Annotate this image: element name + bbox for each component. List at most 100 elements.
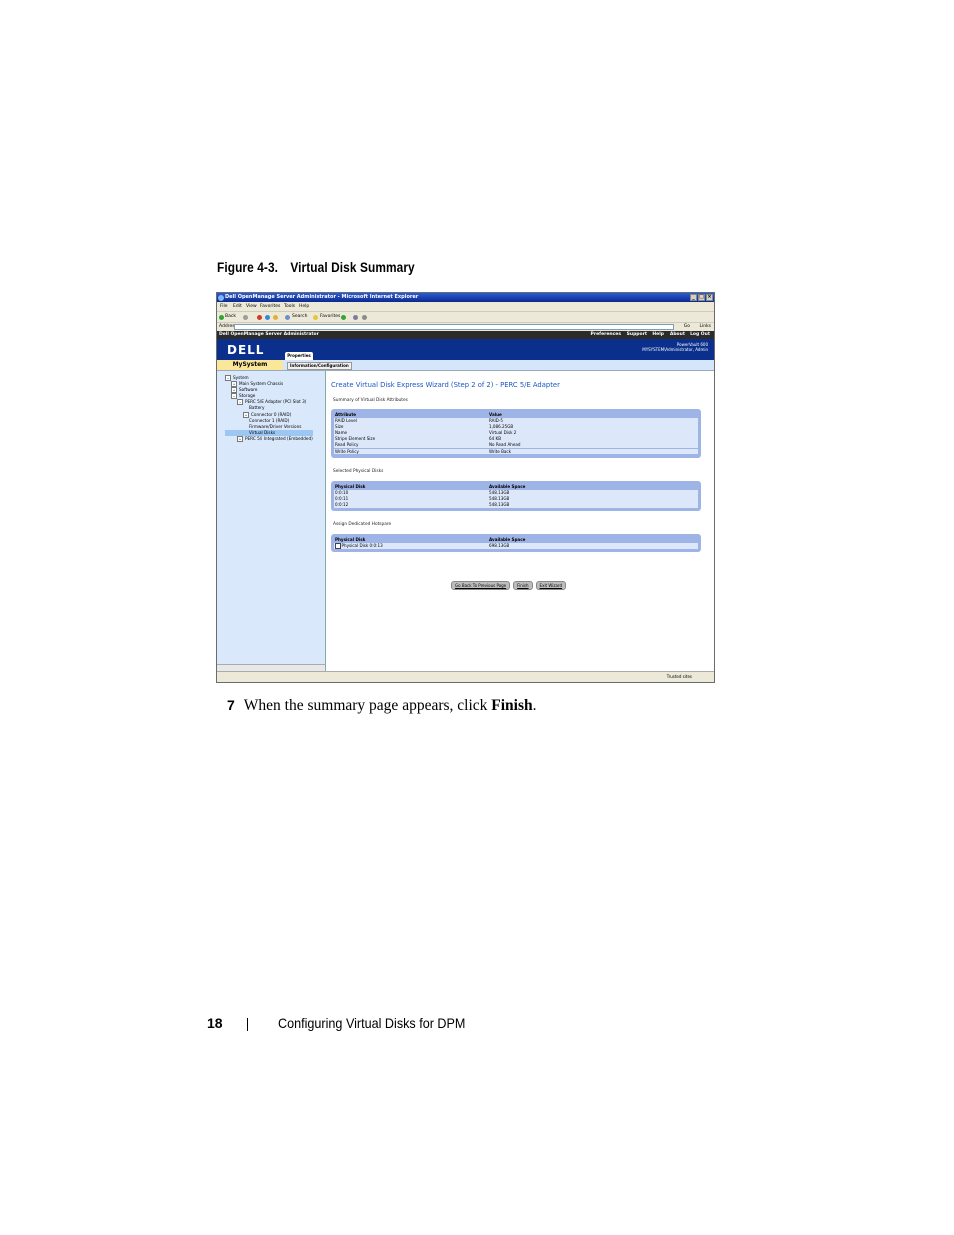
cell-text: Size [335,424,344,430]
menu-tools[interactable]: Tools [284,302,295,311]
stop-icon[interactable] [257,314,262,320]
tab-information-configuration[interactable]: Information/Configuration [287,362,352,370]
print-icon[interactable] [362,314,367,320]
refresh-icon[interactable] [265,314,270,320]
cell-text: Name [335,430,348,436]
table-cell: 548.13GB [489,490,510,496]
table-cell: Read Policy [335,442,358,448]
table-row: 0:0:11 548.13GB [334,496,698,502]
tree-item-label: Firmware/Driver Versions [249,423,302,429]
dell-logo: DELL [227,343,265,357]
address-bar: Address Go Links [217,323,714,331]
menu-help[interactable]: Help [299,302,309,311]
table-row: Stripe Element Size 64 KB [334,436,698,442]
wizard-title: Create Virtual Disk Express Wizard (Step… [331,381,560,389]
user-info: MYSYSTEM\Administrator, Admin [642,347,708,352]
tab-properties[interactable]: Properties [285,352,313,360]
favorites-icon[interactable] [313,314,318,320]
table-row: Name Virtual Disk 2 [334,430,698,436]
hotspare-label: Assign Dedicated Hotspare [333,522,392,527]
screenshot: e Dell OpenManage Server Administrator -… [216,292,715,683]
cell-text: Write Policy [335,448,359,454]
figure-caption: Figure 4-3. Virtual Disk Summary [217,260,415,275]
hotspare-table: Physical Disk Available Space Physical D… [331,534,701,553]
tree-item[interactable]: + PERC 5/i Integrated (Embedded) [225,435,313,442]
finish-button[interactable]: Finish [513,581,533,590]
back-icon[interactable] [219,314,224,320]
link-help[interactable]: Help [652,331,664,339]
step-finish-word: Finish [491,697,533,714]
footer-text: Configuring Virtual Disks for DPM [278,1015,466,1031]
table-cell: 698.13GB [489,543,510,549]
home-icon[interactable] [273,314,278,320]
table-cell: 1,086.25GB [489,424,514,430]
figure-title: Virtual Disk Summary [290,260,415,275]
search-button[interactable]: Search [292,312,307,322]
exit-wizard-button[interactable]: Exit Wizard [535,581,567,590]
links-button[interactable]: Links [699,323,711,331]
minimize-icon[interactable]: _ [690,294,697,301]
expand-icon[interactable]: + [237,435,243,442]
menu-favorites[interactable]: Favorites [260,302,280,311]
page-number: 18 [207,1015,223,1031]
collapse-icon[interactable]: − [231,393,237,400]
selected-disks-label: Selected Physical Disks [333,469,384,474]
link-about[interactable]: About [670,331,685,339]
table-row: Read Policy No Read Ahead [334,442,698,449]
link-preferences[interactable]: Preferences [591,331,621,339]
tree-item-label: Connector 1 (RAID) [249,417,290,423]
search-icon[interactable] [285,314,290,320]
cell-text: 0:0:10 [335,490,349,496]
table-cell: 64 KB [489,436,502,442]
forward-icon[interactable] [243,314,248,320]
menu-file[interactable]: File [220,302,228,311]
table-row: Physical Disk 0:0:13 698.13GB [334,543,698,549]
tree-item-label: Software [239,387,258,393]
hotspare-checkbox[interactable] [335,543,341,549]
table-cell: No Read Ahead [489,442,521,448]
tree-item-label: Main System Chassis [239,381,284,387]
table-row: Size 1,086.25GB [334,424,698,430]
collapse-icon[interactable]: − [225,375,231,381]
footer-separator [247,1018,248,1031]
maximize-icon[interactable]: □ [698,294,705,301]
menu-bar: File Edit View Favorites Tools Help [217,302,714,312]
omsa-header: Dell OpenManage Server Administrator Pre… [217,331,714,339]
window-controls: _ □ × [690,294,713,301]
table-cell: Physical Disk 0:0:13 [335,543,383,549]
favorites-button[interactable]: Favorites [320,312,340,322]
selected-disks-table: Physical Disk Available Space 0:0:10 548.… [331,481,701,512]
collapse-icon[interactable]: − [237,399,243,406]
link-support[interactable]: Support [627,331,647,339]
menu-edit[interactable]: Edit [233,302,242,311]
cell-text: RAID Level [335,418,357,424]
media-icon[interactable] [341,314,346,320]
expand-icon[interactable]: + [231,381,237,388]
tree-item-label: System [233,375,249,380]
dell-banner: DELL PowerVault 600 MYSYSTEM\Administrat… [217,339,714,360]
address-input[interactable] [234,324,674,330]
content-pane: Create Virtual Disk Express Wizard (Step… [326,371,714,672]
go-button[interactable]: Go [684,323,690,331]
header-value: Value [489,412,502,417]
table-header: Attribute Value [334,412,698,418]
step-number: 7 [227,697,235,713]
sub-bar: MySystem Information/Configuration [217,360,714,371]
step-instruction: 7 When the summary page appears, click Fi… [227,697,537,715]
cell-text: 0:0:11 [335,496,349,502]
trusted-sites: Trusted sites [666,674,692,679]
tree-item-label: Virtual Disks [249,429,276,435]
header-available-space: Available Space [489,537,526,542]
close-icon[interactable]: × [706,294,713,301]
table-row: Write Policy Write Back [334,448,698,455]
back-button[interactable]: Back [225,312,236,322]
table-cell: RAID Level [335,418,357,424]
table-row: RAID Level RAID-5 [334,418,698,424]
expand-icon[interactable]: + [231,387,237,394]
link-logout[interactable]: Log Out [690,331,710,339]
menu-view[interactable]: View [246,302,257,311]
expand-icon[interactable]: + [243,411,249,418]
mail-icon[interactable] [353,314,358,320]
go-back-button[interactable]: Go Back To Previous Page [451,581,511,590]
tree-item-label: PERC 5/i Integrated (Embedded) [245,435,313,441]
